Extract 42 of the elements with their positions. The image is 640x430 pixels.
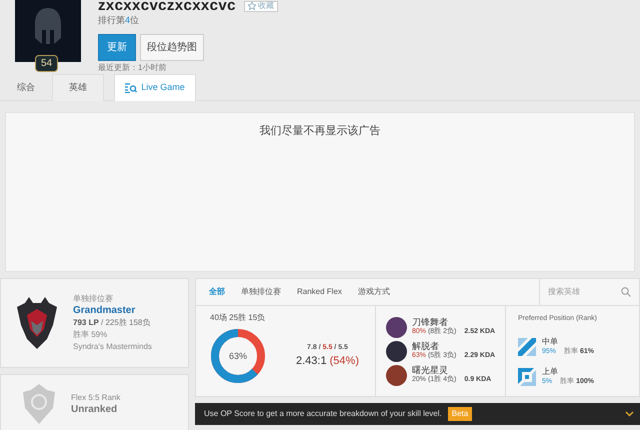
update-button[interactable]: 更新: [98, 34, 136, 60]
tab[interactable]: 综合: [0, 74, 52, 101]
kda-ratio: 2.43:1 (54%): [296, 354, 359, 369]
champion-avatar: [386, 316, 407, 338]
star-icon: [248, 2, 256, 10]
games-summary: 40场 25胜 15负: [210, 312, 266, 324]
lp-record: 793 LP / 225胜 158负: [73, 317, 152, 329]
stats-tab[interactable]: 单独排位赛: [241, 286, 281, 298]
tab[interactable]: Live Game: [114, 74, 196, 101]
banner-text: Use OP Score to get a more accurate breakdown of your skill level.: [204, 408, 442, 420]
beta-badge: Beta: [448, 407, 472, 421]
stats-tab[interactable]: Ranked Flex: [297, 286, 342, 298]
tier-graph-button[interactable]: 段位趋势图: [140, 34, 204, 60]
champion-avatar: [386, 364, 407, 386]
level-badge: 54: [35, 55, 58, 72]
win-rate: 胜率 59%: [73, 329, 108, 341]
queue-name: 单独排位赛: [73, 293, 114, 305]
tab[interactable]: 英雄: [52, 74, 104, 101]
tier-name: Unranked: [71, 404, 118, 416]
champion-name: 解脱者: [412, 341, 440, 351]
position-name: 中单: [542, 336, 559, 346]
position-name: 上单: [542, 366, 559, 376]
last-updated: 最近更新：1小时前: [98, 62, 168, 72]
top-lane-icon: [518, 368, 536, 386]
helmet-icon: [33, 8, 63, 44]
ladder-rank: 排行第4位: [98, 14, 140, 27]
live-game-icon: [125, 83, 138, 93]
summoner-name: zxcxxcvczxcxxcvc: [98, 0, 236, 12]
champion-search-field[interactable]: 搜索英雄: [548, 286, 618, 298]
chevron-down-icon: [625, 411, 634, 417]
tier-name: Grandmaster: [73, 305, 136, 317]
stats-tab[interactable]: 游戏方式: [358, 286, 390, 298]
donut-label: 63%: [229, 350, 248, 362]
champion-name: 刀锋舞者: [412, 317, 449, 327]
search-icon: [621, 287, 631, 297]
champion-name: 曙光星灵: [412, 365, 449, 375]
mid-lane-icon: [518, 338, 536, 356]
win-rate-donut: [210, 328, 266, 384]
ad-message: 我们尽量不再显示该广告: [260, 124, 380, 137]
league-name: Syndra's Masterminds: [73, 341, 152, 353]
queue-name: Flex 5:5 Rank: [71, 392, 120, 404]
champion-avatar: [386, 340, 407, 362]
